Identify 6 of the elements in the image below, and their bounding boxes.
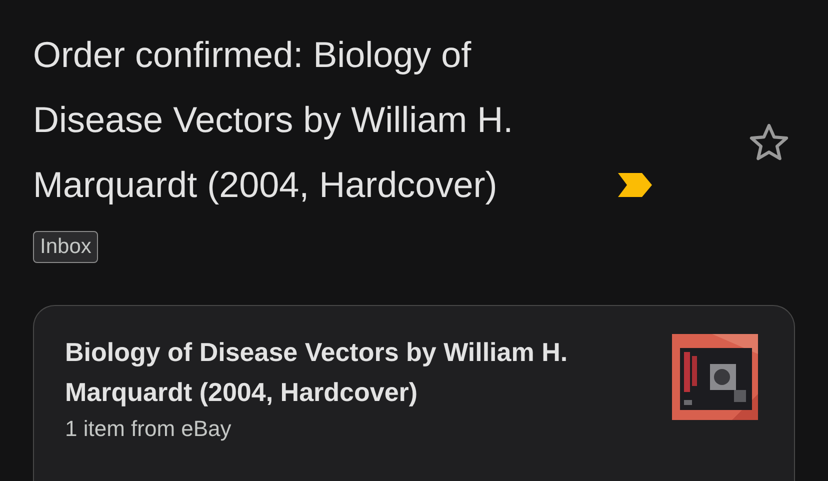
email-subject: Order confirmed: Biology of Disease Vectors by William H. Marquardt (2004, Hardcover) bbox=[33, 33, 514, 207]
item-source: 1 item from eBay bbox=[65, 416, 232, 442]
importance-marker-icon[interactable] bbox=[618, 173, 652, 197]
label-chip[interactable]: Inbox bbox=[33, 231, 98, 263]
order-card[interactable]: Biology of Disease Vectors by William H. Marquardt (2004, Hardcover) 1 item from eBay bbox=[33, 305, 795, 481]
item-title: Biology of Disease Vectors by William H. Marquardt (2004, Hardcover) bbox=[65, 336, 569, 409]
